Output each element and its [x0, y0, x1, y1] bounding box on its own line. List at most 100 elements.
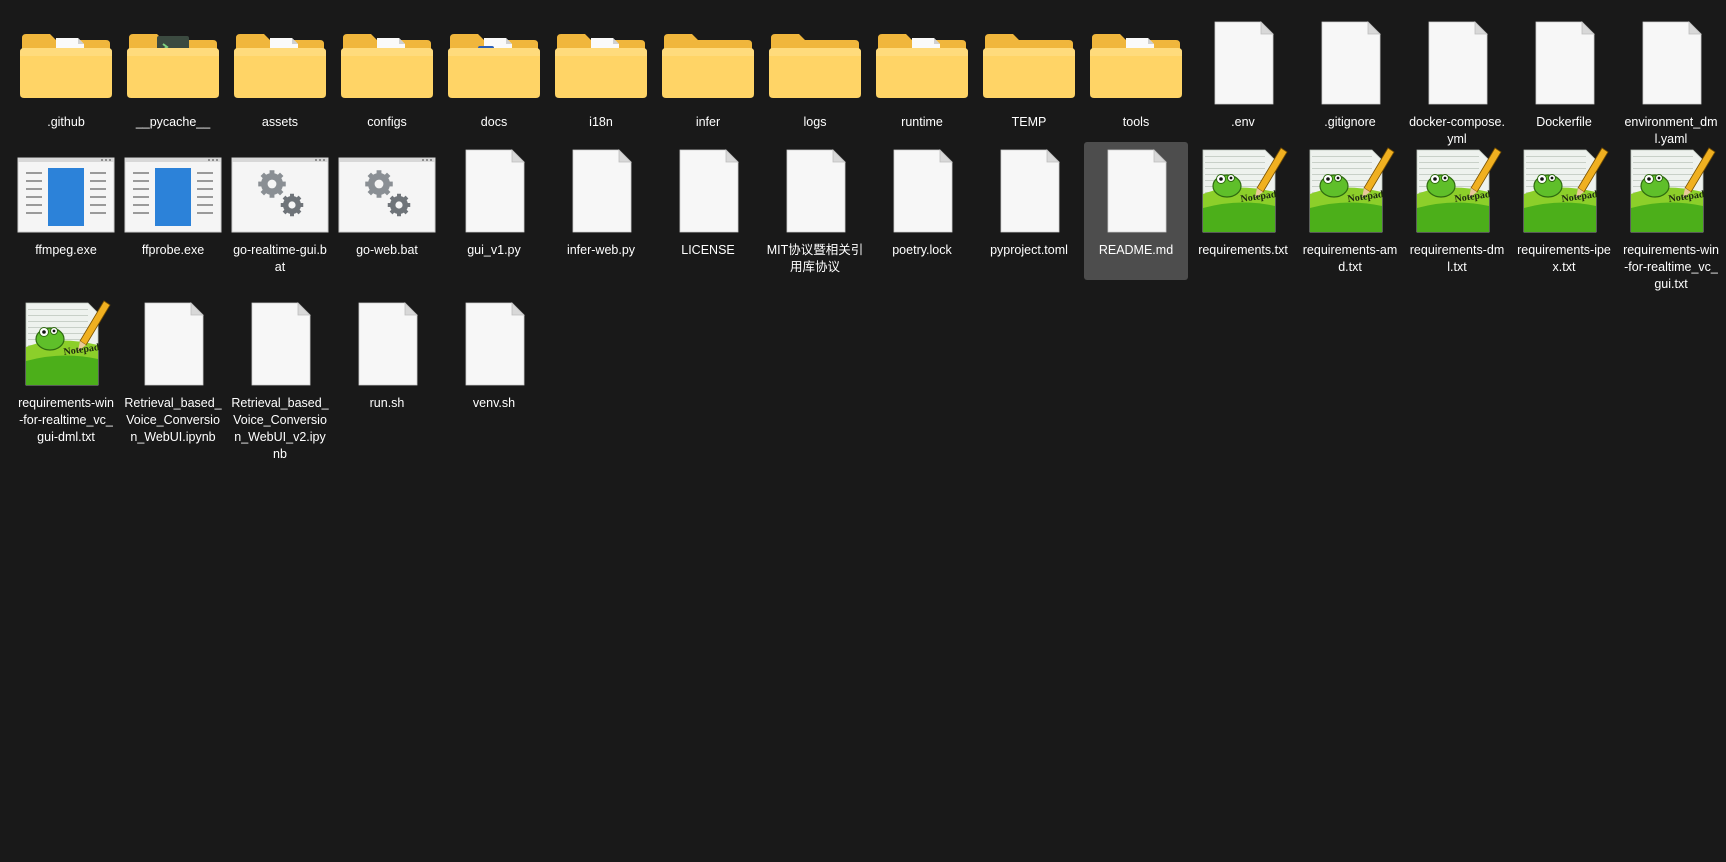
- file-item[interactable]: .gitignore: [1298, 14, 1402, 152]
- file-item-label: TEMP: [1011, 115, 1047, 129]
- folder-python-icon: [123, 18, 223, 108]
- file-item[interactable]: docker-compose.yml: [1405, 14, 1509, 152]
- file-icon: [1514, 18, 1614, 108]
- file-item-label: i18n: [589, 115, 613, 129]
- file-item[interactable]: i18n: [549, 14, 653, 152]
- folder-doc-icon: [230, 18, 330, 108]
- file-item[interactable]: runtime: [870, 14, 974, 152]
- file-item[interactable]: infer-web.py: [549, 142, 653, 280]
- notepad-plus-plus-icon: Notepad: [1514, 146, 1614, 236]
- file-item-label: configs: [367, 115, 407, 129]
- file-item[interactable]: __pycache__: [121, 14, 225, 152]
- file-item[interactable]: assets: [228, 14, 332, 152]
- file-icon: [230, 299, 330, 389]
- folder-icon: [658, 18, 758, 108]
- folder-doc-icon: [16, 18, 116, 108]
- file-item-label: Retrieval_based_Voice_Conversion_WebUI_v…: [231, 396, 329, 461]
- file-item-label: requirements.txt: [1198, 243, 1288, 257]
- file-icon: [1193, 18, 1293, 108]
- notepad-plus-plus-icon: Notepad: [1193, 146, 1293, 236]
- file-item-label: Dockerfile: [1536, 115, 1592, 129]
- file-item-label: requirements-dml.txt: [1409, 243, 1505, 274]
- folder-icon: [979, 18, 1079, 108]
- file-item[interactable]: environment_dml.yaml: [1619, 14, 1723, 152]
- file-item[interactable]: pyproject.toml: [977, 142, 1081, 280]
- file-item[interactable]: .github: [14, 14, 118, 152]
- file-item-label: go-realtime-gui.bat: [233, 243, 327, 274]
- file-item[interactable]: gui_v1.py: [442, 142, 546, 280]
- file-item[interactable]: venv.sh: [442, 295, 546, 433]
- file-item[interactable]: run.sh: [335, 295, 439, 433]
- file-icon: [1086, 146, 1186, 236]
- file-icon: [1621, 18, 1721, 108]
- file-item-label: assets: [261, 115, 299, 129]
- file-icon: [337, 299, 437, 389]
- file-item-label: .gitignore: [1324, 115, 1376, 129]
- file-item-label: requirements-win-for-realtime_vc_gui-dml…: [18, 396, 114, 444]
- file-item[interactable]: configs: [335, 14, 439, 152]
- file-item-label: go-web.bat: [356, 243, 418, 257]
- folder-doc-icon: [872, 18, 972, 108]
- file-icon: [765, 146, 865, 236]
- file-item[interactable]: Notepad requirements-ipex.txt: [1512, 142, 1616, 280]
- file-item[interactable]: LICENSE: [656, 142, 760, 280]
- file-item[interactable]: Retrieval_based_Voice_Conversion_WebUI.i…: [121, 295, 225, 444]
- file-item[interactable]: Notepad requirements-amd.txt: [1298, 142, 1402, 280]
- file-icon: [1300, 18, 1400, 108]
- file-item[interactable]: Notepad requirements-win-for-realtime_vc…: [1619, 142, 1723, 291]
- file-grid: .github __pycache__ assets configs W doc…: [0, 0, 1726, 862]
- notepad-plus-plus-icon: Notepad: [16, 299, 116, 389]
- file-item[interactable]: Notepad requirements-win-for-realtime_vc…: [14, 295, 118, 444]
- file-icon: [444, 146, 544, 236]
- file-item[interactable]: logs: [763, 14, 867, 152]
- file-item-label: venv.sh: [472, 396, 516, 410]
- file-item[interactable]: ffmpeg.exe: [14, 142, 118, 280]
- file-item-label: infer-web.py: [566, 243, 636, 257]
- file-item-label: runtime: [901, 115, 943, 129]
- file-icon: [1407, 18, 1507, 108]
- file-item-label: gui_v1.py: [467, 243, 521, 257]
- file-icon: [551, 146, 651, 236]
- file-item-label: poetry.lock: [892, 243, 952, 257]
- file-item-label: LICENSE: [681, 243, 735, 257]
- file-item-label: .github: [47, 115, 85, 129]
- file-item[interactable]: Notepad requirements-dml.txt: [1405, 142, 1509, 280]
- file-item-label: README.md: [1098, 243, 1174, 257]
- notepad-plus-plus-icon: Notepad: [1407, 146, 1507, 236]
- file-item[interactable]: TEMP: [977, 14, 1081, 152]
- file-item[interactable]: Retrieval_based_Voice_Conversion_WebUI_v…: [228, 295, 332, 461]
- file-item[interactable]: W docs: [442, 14, 546, 152]
- file-item[interactable]: MIT协议暨相关引用库协议: [763, 142, 867, 280]
- file-item[interactable]: infer: [656, 14, 760, 152]
- file-item[interactable]: Notepad requirements.txt: [1191, 142, 1295, 280]
- file-item-label: MIT协议暨相关引用库协议: [766, 243, 864, 274]
- file-item[interactable]: Dockerfile: [1512, 14, 1616, 152]
- file-item-label: ffprobe.exe: [141, 243, 205, 257]
- file-item-label: run.sh: [369, 396, 405, 410]
- file-item[interactable]: .env: [1191, 14, 1295, 152]
- file-item-label: pyproject.toml: [990, 243, 1068, 257]
- file-item-label: docs: [480, 115, 508, 129]
- folder-icon: [765, 18, 865, 108]
- notepad-plus-plus-icon: Notepad: [1621, 146, 1721, 236]
- file-icon: [123, 299, 223, 389]
- file-item-label: logs: [803, 115, 827, 129]
- exe-app-icon: [123, 146, 223, 236]
- batch-gear-icon: [337, 146, 437, 236]
- file-item[interactable]: go-realtime-gui.bat: [228, 142, 332, 280]
- file-icon: [444, 299, 544, 389]
- file-item[interactable]: go-web.bat: [335, 142, 439, 280]
- file-item[interactable]: poetry.lock: [870, 142, 974, 280]
- file-item-label: requirements-amd.txt: [1302, 243, 1398, 274]
- file-icon: [872, 146, 972, 236]
- file-item[interactable]: ffprobe.exe: [121, 142, 225, 280]
- file-item[interactable]: README.md: [1084, 142, 1188, 280]
- batch-gear-icon: [230, 146, 330, 236]
- file-item[interactable]: tools: [1084, 14, 1188, 152]
- folder-word-icon: W: [444, 18, 544, 108]
- exe-app-icon: [16, 146, 116, 236]
- file-icon: [658, 146, 758, 236]
- folder-doc-icon: [551, 18, 651, 108]
- folder-doc-icon: [337, 18, 437, 108]
- file-item-label: infer: [695, 115, 721, 129]
